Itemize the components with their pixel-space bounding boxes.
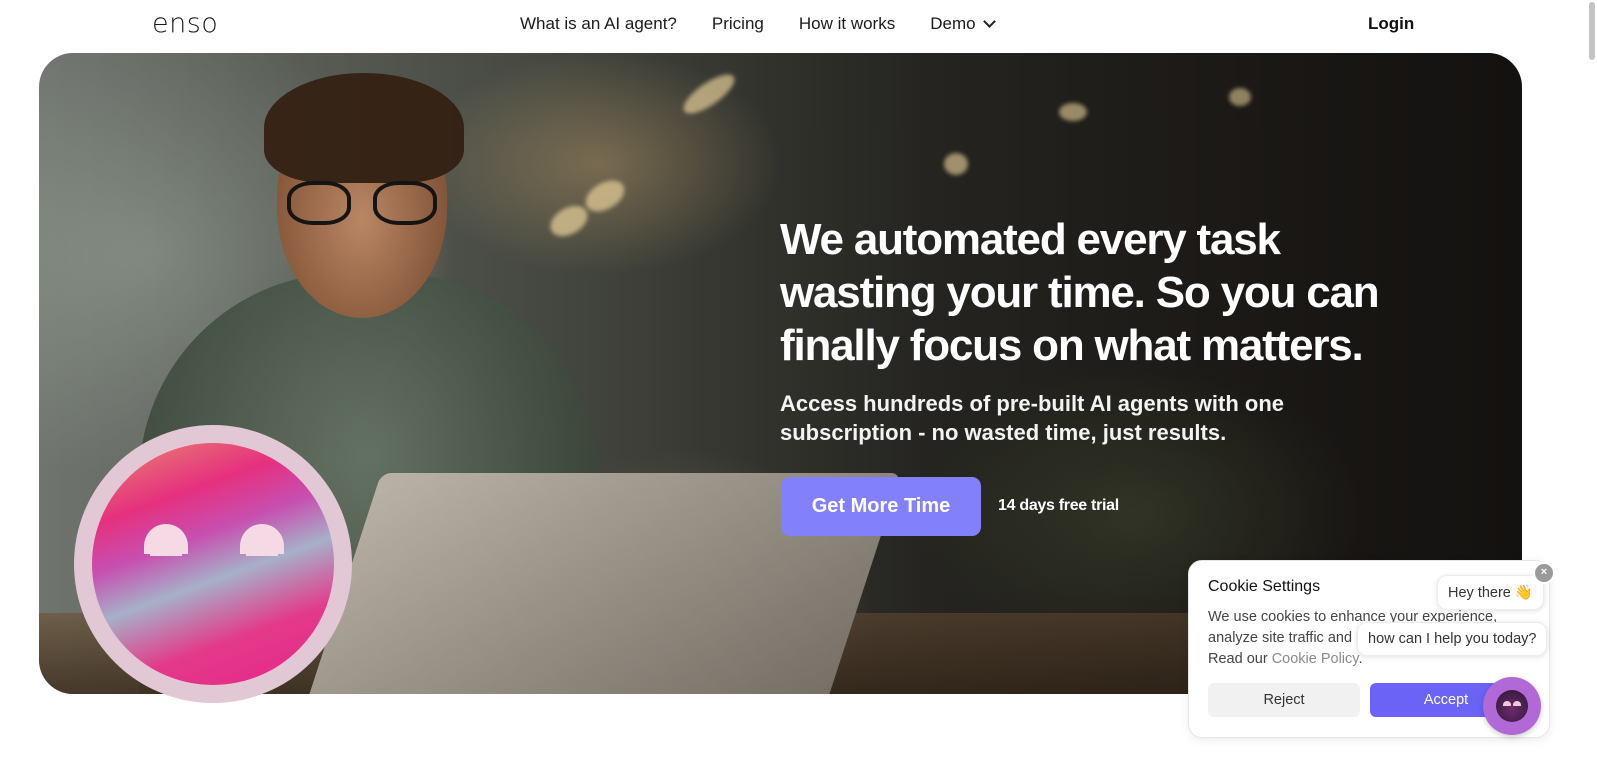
scrollbar-thumb[interactable] <box>1589 2 1595 60</box>
nav-link-pricing[interactable]: Pricing <box>712 14 764 34</box>
chat-prompt-bubble[interactable]: how can I help you today? <box>1357 622 1548 656</box>
nav-links: What is an AI agent? Pricing How it work… <box>520 14 1029 34</box>
mascot-eye-right <box>240 524 284 556</box>
close-icon[interactable]: × <box>1533 562 1555 584</box>
nav-link-what-is-ai-agent[interactable]: What is an AI agent? <box>520 14 677 34</box>
enso-logo[interactable]: enso <box>152 8 218 39</box>
hero-headline: We automated every task wasting your tim… <box>780 215 1380 370</box>
page-scrollbar[interactable] <box>1560 0 1597 769</box>
cookie-policy-link[interactable]: Cookie Policy <box>1272 651 1359 667</box>
hero-subheadline: Access hundreds of pre-built AI agents w… <box>780 391 1285 445</box>
free-trial-note: 14 days free trial <box>998 497 1119 514</box>
chat-launcher-button[interactable] <box>1483 677 1541 735</box>
chat-avatar-icon <box>1496 690 1528 722</box>
get-more-time-button[interactable]: Get More Time <box>781 477 981 536</box>
nav-link-demo-dropdown[interactable]: Demo <box>930 14 996 34</box>
nav-link-label: What is an AI agent? <box>520 14 677 33</box>
nav-link-label: How it works <box>798 14 896 33</box>
nav-link-label: Demo <box>930 14 976 33</box>
nav-link-label: Pricing <box>711 14 764 33</box>
chevron-down-icon <box>982 15 996 28</box>
login-link[interactable]: Login <box>1368 14 1414 34</box>
cookie-title: Cookie Settings <box>1208 578 1321 595</box>
top-navigation: enso What is an AI agent? Pricing How it… <box>0 0 1560 52</box>
mascot-face-icon <box>92 443 334 685</box>
nav-link-how-it-works[interactable]: How it works <box>799 14 895 34</box>
mascot-eye-left <box>144 524 188 556</box>
reject-cookies-button[interactable]: Reject <box>1208 683 1360 717</box>
chat-greeting-bubble[interactable]: Hey there 👋 <box>1437 575 1544 610</box>
